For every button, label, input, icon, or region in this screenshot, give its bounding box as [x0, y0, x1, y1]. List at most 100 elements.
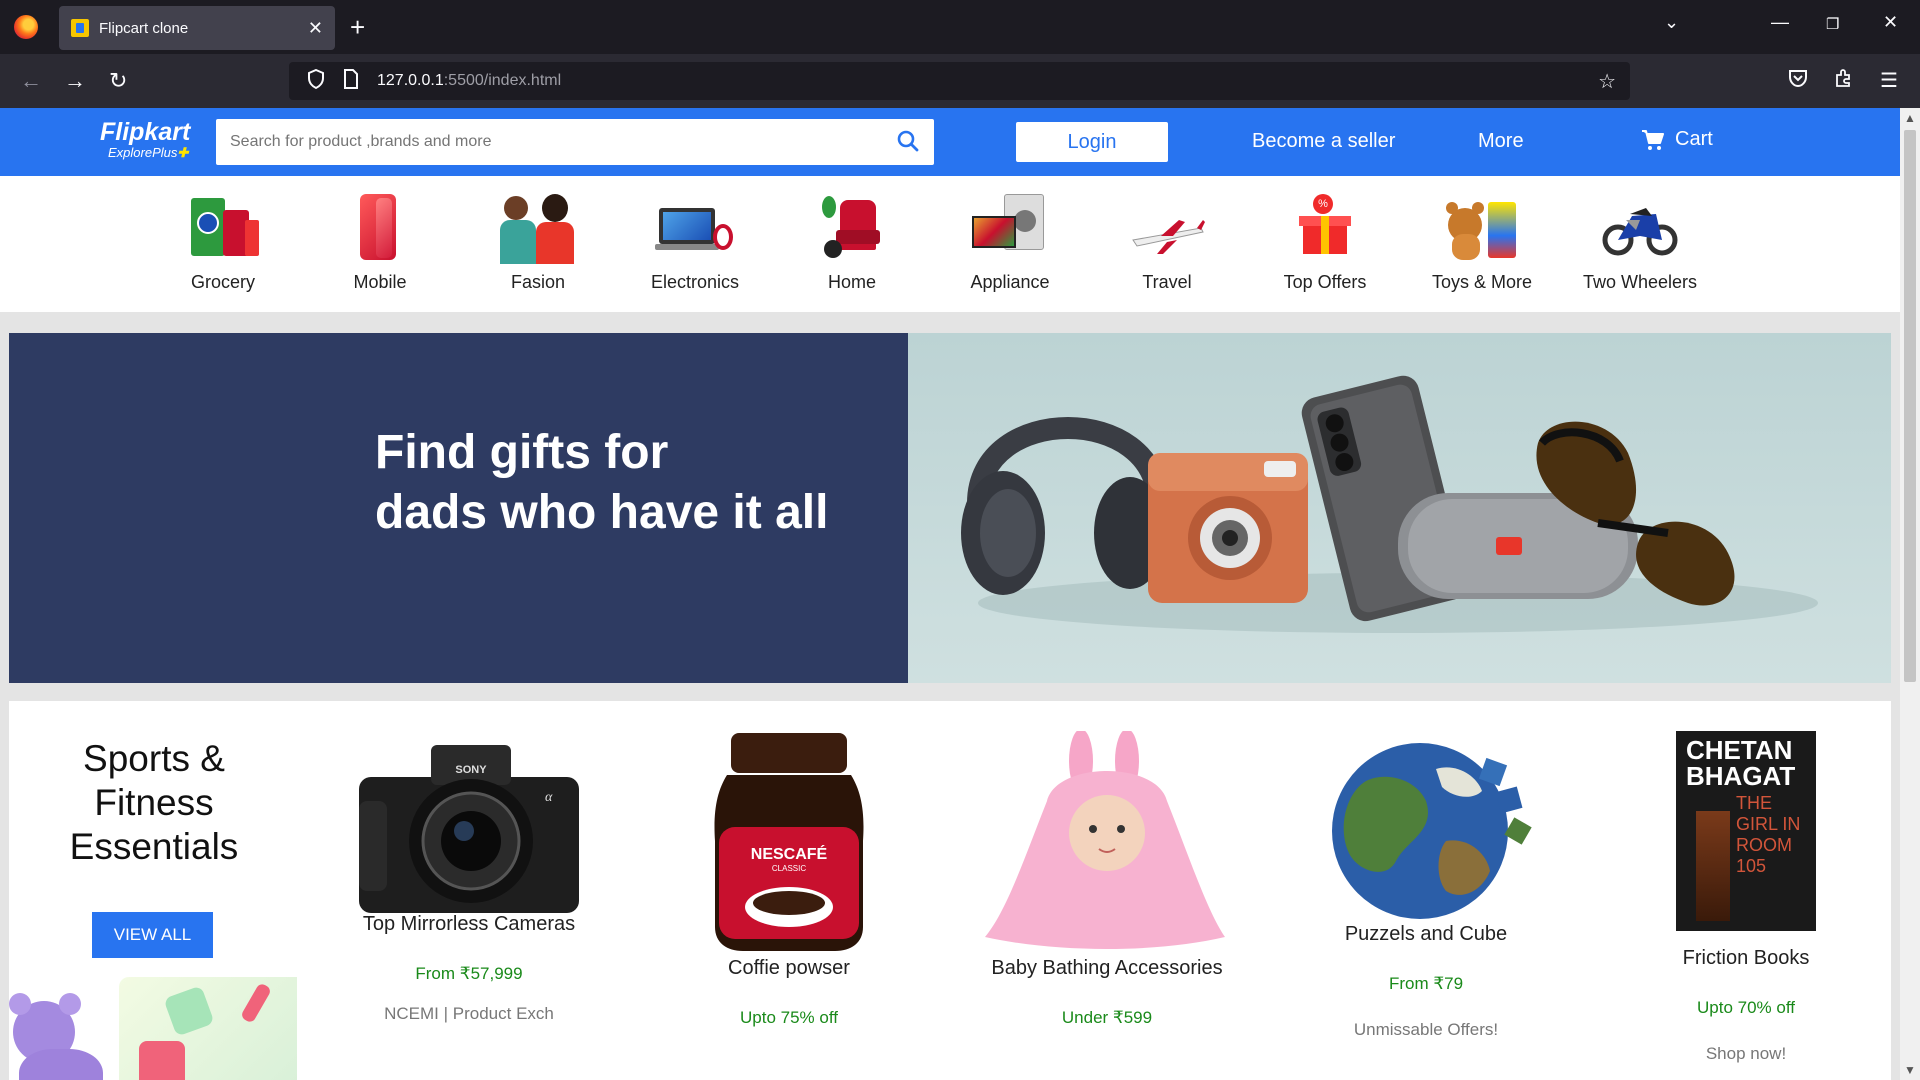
category-home[interactable]: Home: [782, 190, 922, 293]
category-label: Grocery: [190, 272, 255, 292]
page-icon[interactable]: [343, 68, 359, 94]
search-box[interactable]: [216, 119, 934, 165]
category-top-offers[interactable]: % Top Offers: [1255, 190, 1395, 293]
section-title: Sports & Fitness Essentials: [69, 738, 239, 867]
product-subtext: Shop now!: [1705, 1044, 1787, 1063]
close-tab-icon[interactable]: ✕: [308, 18, 323, 39]
close-window-icon[interactable]: ✕: [1883, 12, 1898, 33]
pocket-icon[interactable]: [1788, 68, 1808, 94]
become-seller-link[interactable]: Become a seller: [1252, 130, 1395, 153]
browser-navbar: ← → ↻ 127.0.0.1:5500/index.html ☆ ☰: [0, 54, 1920, 108]
baby-towel-image: [957, 729, 1257, 953]
appliance-icon: [970, 190, 1050, 264]
category-fashion[interactable]: Fasion: [468, 190, 608, 293]
category-label: Top Offers: [1283, 272, 1367, 292]
category-travel[interactable]: Travel: [1097, 190, 1237, 293]
electronics-icon: [655, 190, 735, 264]
category-label: Appliance: [970, 272, 1050, 292]
product-section: Sports & Fitness Essentials VIEW ALL SON…: [9, 701, 1891, 1080]
category-label: Two Wheelers: [1582, 272, 1698, 292]
teddy-illustration: [9, 971, 297, 1080]
category-label: Toys & More: [1431, 272, 1533, 292]
cart-link[interactable]: Cart: [1641, 128, 1713, 151]
category-mobile[interactable]: Mobile: [310, 190, 450, 293]
book-author: CHETAN BHAGAT: [1686, 735, 1796, 791]
gadgets-illustration: [961, 375, 1818, 633]
banner-headline: Find gifts for dads who have it all: [375, 423, 828, 543]
site-header: Flipkart ExplorePlus✚ Login Become a sel…: [0, 108, 1900, 176]
plus-icon: ✚: [177, 145, 189, 160]
category-strip: Grocery Mobile Fasion Electronics Home A…: [0, 176, 1900, 312]
flipkart-logo[interactable]: Flipkart ExplorePlus✚: [100, 118, 190, 161]
browser-tabbar: Flipcart clone ✕ + ⌄ — ❐ ✕: [0, 0, 1920, 54]
browser-tab[interactable]: Flipcart clone ✕: [59, 6, 335, 50]
banner-image: [908, 333, 1891, 683]
menu-icon[interactable]: ☰: [1880, 68, 1898, 93]
product-offer: Upto 75% off: [740, 1008, 838, 1027]
url-text[interactable]: 127.0.0.1:5500/index.html: [377, 72, 561, 90]
scroll-up-icon[interactable]: ▲: [1900, 108, 1920, 128]
product-card[interactable]: CHETAN BHAGAT THE GIRL IN ROOM 105 Frict…: [1596, 731, 1896, 1064]
airplane-icon: [1127, 190, 1207, 264]
teddy-bear-icon: [1442, 190, 1522, 264]
search-input[interactable]: [230, 133, 870, 151]
product-name: Coffie powser: [728, 957, 850, 979]
scroll-down-icon[interactable]: ▼: [1900, 1060, 1920, 1080]
forward-icon[interactable]: →: [64, 68, 86, 94]
logo-subtext: ExplorePlus✚: [108, 145, 190, 161]
list-tabs-icon[interactable]: ⌄: [1664, 12, 1679, 33]
coffee-jar-image: NESCAFÉ CLASSIC: [639, 731, 939, 955]
star-icon[interactable]: ☆: [1598, 69, 1616, 94]
product-card[interactable]: Baby Bathing Accessories Under ₹599: [957, 729, 1257, 1058]
logo-subtext-label: ExplorePlus: [108, 145, 178, 160]
banner-text-panel: Find gifts for dads who have it all: [9, 333, 908, 683]
firefox-icon[interactable]: [14, 15, 38, 39]
book-title: THE GIRL IN ROOM 105: [1736, 793, 1801, 876]
category-two-wheelers[interactable]: Two Wheelers: [1570, 190, 1710, 293]
more-link[interactable]: More: [1478, 130, 1524, 153]
category-label: Mobile: [353, 272, 407, 292]
hero-banner[interactable]: Find gifts for dads who have it all: [9, 333, 1891, 683]
login-button[interactable]: Login: [1016, 122, 1168, 162]
banner-line-2: dads who have it all: [375, 486, 829, 539]
restore-icon[interactable]: ❐: [1826, 15, 1839, 33]
category-label: Electronics: [650, 272, 740, 292]
logo-text: Flipkart: [100, 118, 191, 146]
book-cover-image: CHETAN BHAGAT THE GIRL IN ROOM 105: [1676, 731, 1816, 931]
new-tab-icon[interactable]: +: [350, 12, 365, 42]
category-appliance[interactable]: Appliance: [940, 190, 1080, 293]
url-bar[interactable]: 127.0.0.1:5500/index.html ☆: [289, 62, 1630, 100]
product-card[interactable]: SONY α Top Mirrorless Cameras From ₹57,99…: [319, 731, 619, 1024]
url-path: :5500/index.html: [443, 72, 562, 89]
shield-icon[interactable]: [307, 68, 325, 94]
product-offer: From ₹79: [1388, 974, 1464, 993]
product-card[interactable]: NESCAFÉ CLASSIC Coffie powser Upto 75% of…: [639, 731, 939, 1058]
product-offer: Upto 70% off: [1697, 998, 1795, 1017]
category-label: Travel: [1142, 272, 1192, 292]
product-name: Puzzels and Cube: [1344, 923, 1508, 945]
category-toys[interactable]: Toys & More: [1412, 190, 1552, 293]
category-grocery[interactable]: Grocery: [153, 190, 293, 293]
extensions-icon[interactable]: [1834, 68, 1854, 94]
category-label: Fasion: [510, 272, 566, 292]
puzzle-globe-image: [1276, 741, 1576, 921]
category-electronics[interactable]: Electronics: [625, 190, 765, 293]
view-all-button[interactable]: VIEW ALL: [92, 912, 213, 958]
home-icon: [812, 190, 892, 264]
banner-line-1: Find gifts for: [375, 426, 669, 479]
product-name: Friction Books: [1682, 947, 1810, 969]
reload-icon[interactable]: ↻: [109, 68, 127, 94]
product-name: Baby Bathing Accessories: [991, 957, 1223, 979]
back-icon[interactable]: ←: [20, 68, 42, 94]
scroll-thumb[interactable]: [1904, 130, 1916, 682]
minimize-icon[interactable]: —: [1771, 12, 1789, 33]
cart-label: Cart: [1675, 128, 1713, 150]
svg-text:NESCAFÉ: NESCAFÉ: [751, 844, 828, 863]
url-host: 127.0.0.1: [377, 72, 444, 89]
search-icon[interactable]: [896, 129, 920, 153]
page-scrollbar[interactable]: ▲ ▼: [1900, 108, 1920, 1080]
camera-image: SONY α: [319, 731, 619, 921]
page-viewport: Flipkart ExplorePlus✚ Login Become a sel…: [0, 108, 1920, 1080]
product-card[interactable]: Puzzels and Cube From ₹79 Unmissable Off…: [1276, 741, 1576, 1040]
gift-icon: %: [1285, 190, 1365, 264]
